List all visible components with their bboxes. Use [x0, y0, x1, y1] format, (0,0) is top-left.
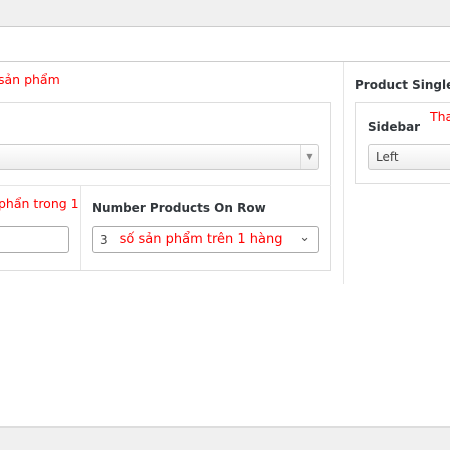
divider	[0, 61, 450, 62]
divider	[0, 185, 331, 186]
sidebar-select[interactable]: Left	[368, 144, 450, 170]
sidebar-label: Sidebar	[368, 120, 421, 134]
annotation-note: phẩn trong 1	[0, 196, 79, 211]
number-products-on-row-select[interactable]: 3 số sản phẩm trên 1 hàng ⌄	[92, 226, 319, 253]
products-per-page-input[interactable]	[0, 226, 69, 253]
number-products-on-row-label: Number Products On Row	[92, 201, 266, 215]
annotation-note: sản phẩm	[0, 72, 60, 87]
annotation-note: số sản phẩm trên 1 hàng	[119, 232, 283, 247]
layout-select[interactable]: ▼	[0, 144, 319, 170]
annotation-note: Tha	[430, 109, 450, 124]
selected-value: Left	[376, 150, 399, 164]
divider	[80, 186, 81, 270]
column-divider	[343, 62, 344, 284]
product-single-title: Product Single	[355, 78, 450, 92]
dropdown-arrow-icon: ▼	[300, 145, 318, 169]
chevron-down-icon: ⌄	[299, 230, 310, 245]
selected-value: 3	[100, 232, 108, 247]
